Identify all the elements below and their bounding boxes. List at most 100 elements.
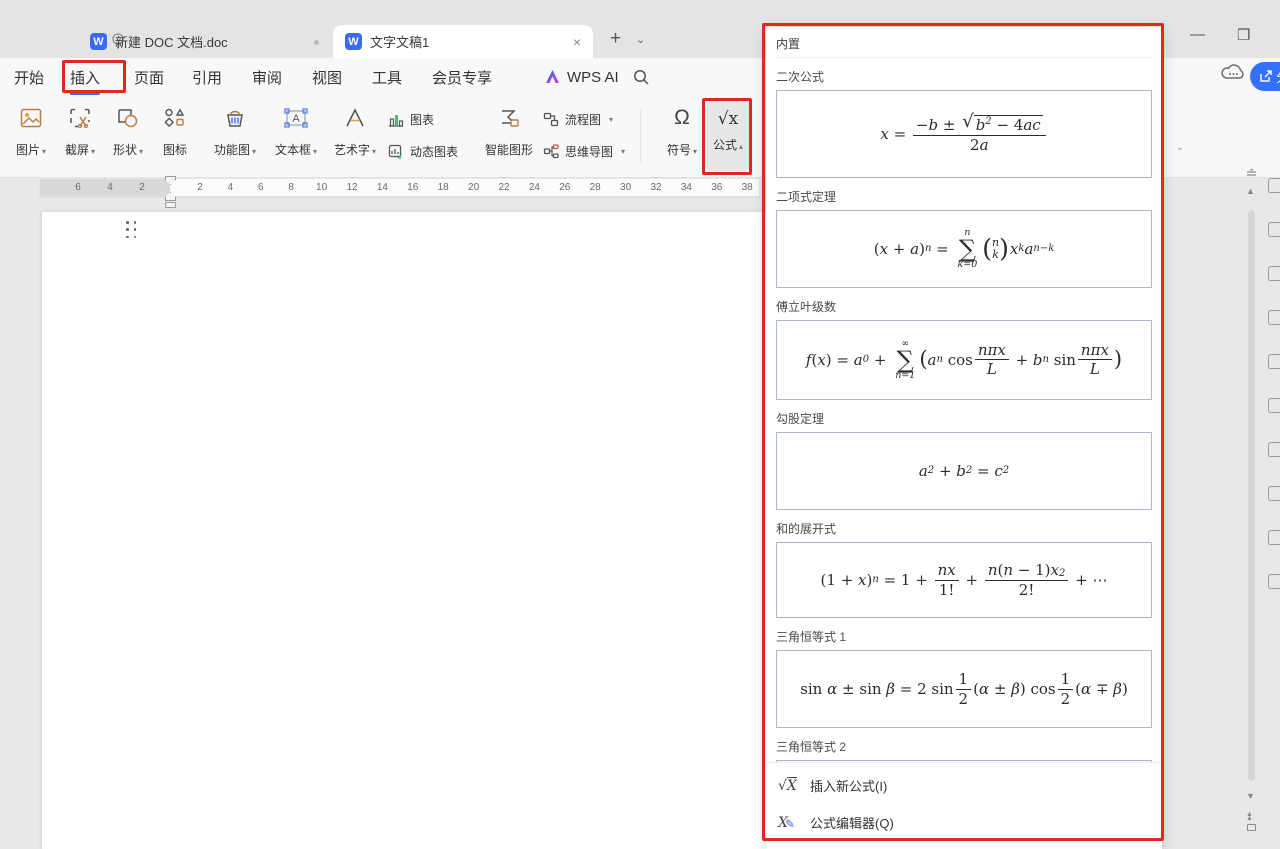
menu-review[interactable]: 审阅 [252, 58, 282, 96]
dropdown-caret-icon: ▾ [139, 147, 143, 156]
cut-sidebar-icon[interactable] [1268, 574, 1280, 589]
formula-dropdown-panel: 内置 二次公式x = −b ± √b2 − 4ac2a二项式定理(x + a)n… [766, 27, 1162, 849]
scroll-down-arrow-icon[interactable]: ▼ [1246, 791, 1255, 801]
dropdown-caret-icon: ▾ [621, 147, 625, 156]
svg-text:A: A [292, 113, 300, 125]
wps-writer-file-icon: W [345, 33, 362, 50]
smart-graphics-icon [480, 102, 538, 134]
dropdown-caret-icon: ▾ [42, 147, 46, 156]
formula-preview[interactable]: sin α ± sin β = 2 sin12(α ± β) cos12(α ∓… [776, 650, 1152, 728]
menu-tools[interactable]: 工具 [372, 58, 402, 96]
scroll-up-arrow-icon[interactable]: ▲ [1246, 186, 1255, 196]
vertical-scrollbar[interactable]: ▲ ▼ ▲▲ [1243, 168, 1261, 849]
ruler-number: 32 [650, 182, 661, 193]
left-indent-marker[interactable] [165, 202, 176, 208]
ruler-number: 18 [438, 182, 449, 193]
dropdown-caret-up-icon: ▴ [739, 142, 743, 151]
formula-preview[interactable]: f(x) = a0 + ∞∑n=1(an cosnπxL + bn sinnπx… [776, 320, 1152, 400]
cloud-save-icon[interactable] [1220, 62, 1246, 82]
formula-preview[interactable]: (x + a)n = n∑k=0(nk)xkan−k [776, 210, 1152, 288]
formula-editor-item[interactable]: X✎ 公式编辑器(Q) [766, 804, 1162, 841]
insert-formula-icon: √X [778, 778, 800, 794]
symbol-button[interactable]: Ω 符号▾ [653, 102, 711, 158]
ruler-number: 10 [316, 182, 327, 193]
dropdown-caret-icon: ▾ [609, 115, 613, 124]
flowchart-button[interactable]: 流程图 ▾ [543, 108, 613, 130]
menu-insert[interactable]: 插入 [70, 58, 100, 96]
chart-icon [388, 112, 404, 127]
ruler-number: 16 [407, 182, 418, 193]
smart-graphics-button[interactable]: 智能图形 [480, 102, 538, 158]
formula-item-label: 三角恒等式 2 [776, 738, 1152, 755]
dynamic-chart-button[interactable]: 动态图表 [388, 140, 458, 162]
menu-view[interactable]: 视图 [312, 58, 342, 96]
textbox-icon: A [267, 102, 325, 134]
formula-preview[interactable]: a2 + b2 = c2 [776, 432, 1152, 510]
wordart-icon [326, 102, 384, 134]
mindmap-icon [543, 144, 559, 159]
ruler-number: 20 [468, 182, 479, 193]
search-icon[interactable] [632, 68, 650, 86]
function-diagram-icon [206, 102, 264, 134]
formula-item-label: 三角恒等式 1 [776, 628, 1152, 645]
ruler-number: 28 [590, 182, 601, 193]
ruler-number: 12 [346, 182, 357, 193]
dynamic-chart-icon [388, 144, 404, 159]
tab-list-caret-icon[interactable]: ⌄ [636, 33, 645, 46]
omega-symbol-icon: Ω [653, 102, 711, 134]
formula-preview[interactable]: x = −b ± √b2 − 4ac2a [776, 90, 1152, 178]
hidden-group-caret-icon[interactable]: ⌄ [1176, 142, 1184, 153]
textbox-button[interactable]: A 文本框▾ [267, 102, 325, 158]
ruler-number: 24 [529, 182, 540, 193]
select-browse-object-icon[interactable] [1247, 824, 1256, 831]
cut-sidebar-icon[interactable] [1268, 398, 1280, 413]
formula-preview[interactable]: (1 + x)n = 1 + nx1! + n(n − 1)x22! + ⋯ [776, 542, 1152, 618]
ruler-toggle-icon[interactable] [1246, 168, 1257, 179]
menu-page[interactable]: 页面 [134, 58, 164, 96]
mindmap-button[interactable]: 思维导图 ▾ [543, 140, 625, 162]
cut-sidebar-icon[interactable] [1268, 178, 1280, 193]
menu-wps-ai[interactable]: WPS AI [544, 58, 619, 96]
menu-reference[interactable]: 引用 [192, 58, 222, 96]
cut-sidebar-icon[interactable] [1268, 486, 1280, 501]
ruler-number: 6 [258, 182, 264, 193]
collapsed-sidebar-strip[interactable] [1268, 178, 1280, 648]
document-tab[interactable]: W 新建 DOC 文档.doc [78, 25, 310, 58]
formula-item-label: 和的展开式 [776, 520, 1152, 537]
cut-sidebar-icon[interactable] [1268, 354, 1280, 369]
cut-sidebar-icon[interactable] [1268, 530, 1280, 545]
formula-item-label: 二项式定理 [776, 188, 1152, 205]
cut-sidebar-icon[interactable] [1268, 442, 1280, 457]
wps-ai-logo-icon [544, 69, 561, 85]
ruler-margin-area [40, 179, 170, 196]
document-tab-active[interactable]: W 文字文稿1 × [333, 25, 593, 58]
cut-sidebar-icon[interactable] [1268, 266, 1280, 281]
cut-sidebar-icon[interactable] [1268, 310, 1280, 325]
horizontal-ruler[interactable]: 6422468101214161820222426283032343638 [40, 179, 759, 205]
window-restore-button[interactable]: ❐ [1237, 26, 1250, 44]
new-tab-button[interactable]: + [610, 28, 621, 50]
ruler-number: 22 [498, 182, 509, 193]
chart-button[interactable]: 图表 [388, 108, 434, 130]
share-icon [1259, 70, 1272, 83]
function-diagram-button[interactable]: 功能图▾ [206, 102, 264, 158]
insert-new-formula-item[interactable]: √X 插入新公式(I) [766, 767, 1162, 804]
paragraph-drag-handle[interactable] [126, 221, 138, 240]
panel-header: 内置 [776, 33, 1152, 58]
window-minimize-button[interactable]: — [1190, 26, 1205, 43]
wordart-button[interactable]: 艺术字▾ [326, 102, 384, 158]
ruler-number: 26 [559, 182, 570, 193]
share-button[interactable]: 分享 [1250, 62, 1280, 91]
dropdown-caret-icon: ▾ [372, 147, 376, 156]
close-tab-icon[interactable]: × [573, 34, 581, 50]
formula-editor-icon: X✎ [778, 815, 800, 831]
menu-member[interactable]: 会员专享 [432, 58, 492, 96]
ruler-number: 30 [620, 182, 631, 193]
previous-page-icon[interactable]: ▲▲ [1246, 813, 1253, 821]
scrollbar-thumb[interactable] [1248, 210, 1255, 781]
icons-button[interactable]: 图标 [146, 102, 204, 158]
formula-button[interactable]: √x 公式▴ [707, 101, 749, 171]
sqrt-x-icon: √x [707, 109, 749, 129]
cut-sidebar-icon[interactable] [1268, 222, 1280, 237]
menu-home[interactable]: 开始 [14, 58, 44, 96]
